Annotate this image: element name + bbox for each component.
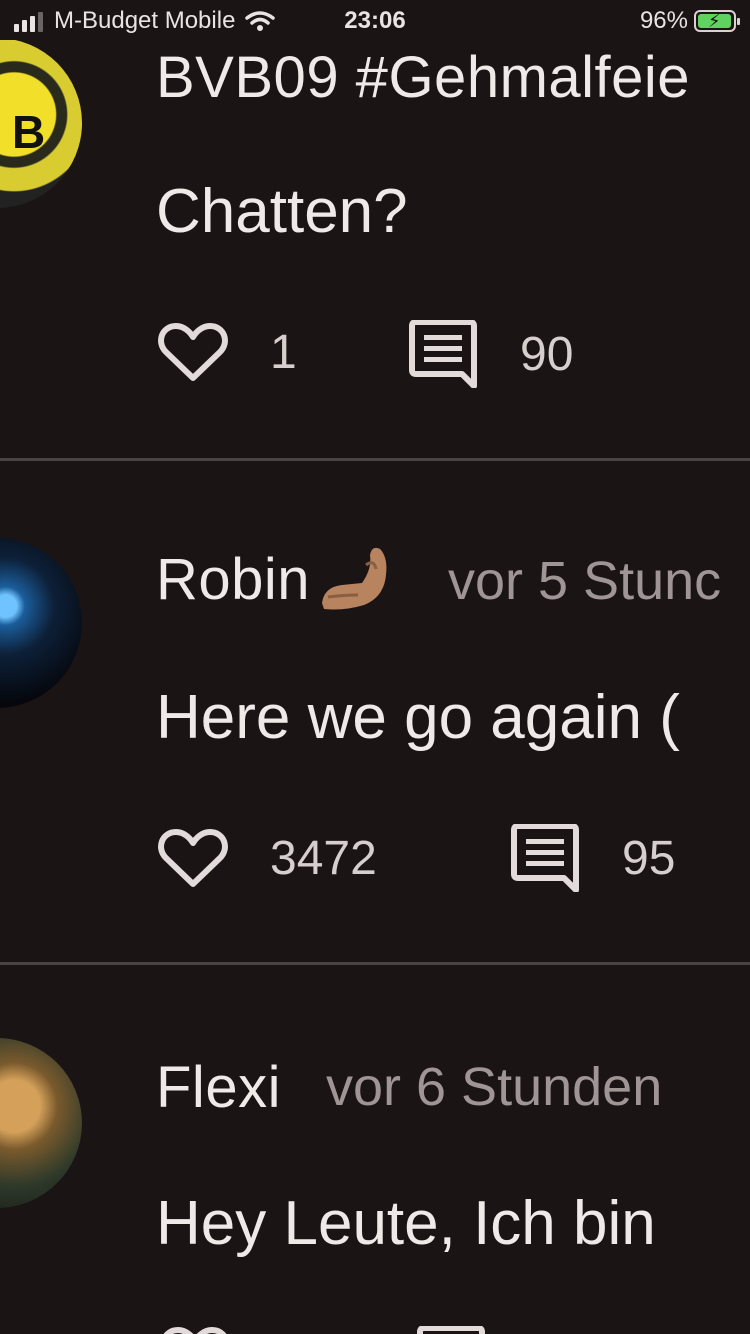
post-item[interactable]: B BVB09 #Gehmalfeie Chatten? 1 90 bbox=[0, 0, 750, 460]
post-timestamp: vor 5 Stunc bbox=[448, 551, 722, 611]
pinched-fingers-emoji bbox=[322, 547, 387, 610]
clock: 23:06 bbox=[344, 7, 406, 34]
comment-count: 95 bbox=[622, 831, 676, 885]
avatar[interactable] bbox=[0, 538, 82, 708]
battery-percent: 96% bbox=[639, 7, 688, 34]
post-item[interactable]: Robin vor 5 Stunc Here we go again ( 347… bbox=[0, 462, 750, 962]
heart-outline-icon bbox=[158, 829, 228, 887]
comment-bubble-icon bbox=[409, 320, 477, 388]
avatar[interactable]: B bbox=[0, 38, 82, 208]
like-button[interactable] bbox=[160, 1324, 230, 1334]
comment-button[interactable]: 90 bbox=[408, 320, 573, 388]
comment-button[interactable]: 95 bbox=[510, 824, 675, 892]
post-author[interactable]: Robin bbox=[156, 546, 394, 619]
like-count: 1 bbox=[270, 325, 297, 379]
status-right: 96% ⚡ bbox=[639, 7, 740, 35]
comment-bubble-icon bbox=[511, 824, 579, 892]
charging-bolt-icon: ⚡ bbox=[708, 11, 721, 31]
post-timestamp: vor 6 Stunden bbox=[326, 1057, 663, 1117]
post-text[interactable]: Here we go again ( bbox=[156, 682, 680, 753]
heart-outline-icon bbox=[158, 323, 228, 381]
author-name: Robin bbox=[156, 547, 311, 612]
comment-count: 90 bbox=[520, 327, 574, 381]
heart-outline-icon bbox=[163, 1327, 227, 1334]
post-author[interactable]: BVB09 #Gehmalfeie bbox=[156, 44, 690, 111]
comment-button[interactable] bbox=[416, 1326, 486, 1334]
post-item[interactable]: Flexi vor 6 Stunden Hey Leute, Ich bin bbox=[0, 966, 750, 1334]
post-text[interactable]: Hey Leute, Ich bin bbox=[156, 1188, 656, 1259]
status-bar: M-Budget Mobile 23:06 96% ⚡ bbox=[0, 0, 750, 40]
comment-bubble-icon bbox=[417, 1326, 485, 1334]
battery-icon: ⚡ bbox=[694, 10, 740, 32]
like-button[interactable]: 3472 bbox=[158, 826, 377, 890]
svg-text:B: B bbox=[12, 106, 45, 158]
post-divider bbox=[0, 962, 750, 965]
post-author[interactable]: Flexi bbox=[156, 1054, 281, 1121]
like-button[interactable]: 1 bbox=[158, 320, 297, 384]
screen: M-Budget Mobile 23:06 96% ⚡ B BVB09 #Geh… bbox=[0, 0, 750, 1334]
post-text[interactable]: Chatten? bbox=[156, 176, 408, 247]
avatar[interactable] bbox=[0, 1038, 82, 1208]
post-divider bbox=[0, 458, 750, 461]
like-count: 3472 bbox=[270, 831, 377, 885]
